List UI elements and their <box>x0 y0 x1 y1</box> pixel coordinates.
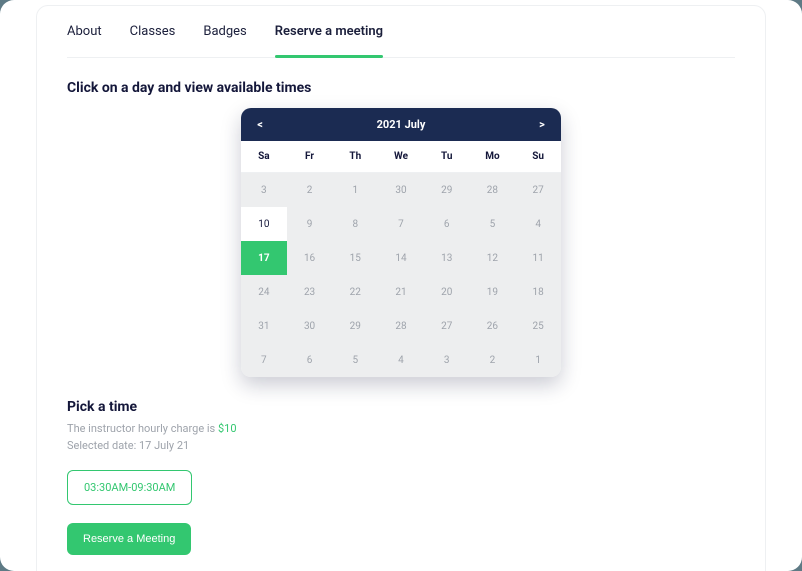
calendar-next-button[interactable]: > <box>535 118 549 131</box>
section-title-pick-day: Click on a day and view available times <box>67 80 735 96</box>
calendar-day-cell[interactable]: 5 <box>470 207 516 241</box>
calendar-day-cell[interactable]: 4 <box>378 343 424 377</box>
calendar-day-cell[interactable]: 20 <box>424 275 470 309</box>
tab-badges[interactable]: Badges <box>203 24 246 47</box>
section-title-pick-time: Pick a time <box>67 399 735 415</box>
calendar-dayname: Tu <box>424 141 470 172</box>
calendar-day-cell[interactable]: 9 <box>287 207 333 241</box>
calendar-title: 2021 July <box>377 118 426 131</box>
calendar-day-cell[interactable]: 29 <box>424 173 470 207</box>
calendar-day-cell[interactable]: 27 <box>515 173 561 207</box>
calendar-day-cell[interactable]: 18 <box>515 275 561 309</box>
calendar-day-cell[interactable]: 27 <box>424 309 470 343</box>
calendar-day-cell[interactable]: 5 <box>332 343 378 377</box>
tab-reserve-meeting[interactable]: Reserve a meeting <box>275 24 383 47</box>
calendar-day-cell[interactable]: 7 <box>241 343 287 377</box>
calendar-day-cell[interactable]: 4 <box>515 207 561 241</box>
tab-about[interactable]: About <box>67 24 102 47</box>
calendar-dayname: We <box>378 141 424 172</box>
calendar-day-cell[interactable]: 31 <box>241 309 287 343</box>
charge-prefix: The instructor hourly charge is <box>67 422 218 435</box>
calendar-day-cell[interactable]: 6 <box>424 207 470 241</box>
calendar-day-cell[interactable]: 6 <box>287 343 333 377</box>
calendar-prev-button[interactable]: < <box>253 118 267 131</box>
calendar-day-cell[interactable]: 25 <box>515 309 561 343</box>
calendar-day-cell[interactable]: 19 <box>470 275 516 309</box>
calendar-day-cell[interactable]: 28 <box>470 173 516 207</box>
calendar-day-cell[interactable]: 30 <box>287 309 333 343</box>
calendar-dayname: Sa <box>241 141 287 172</box>
calendar-dayname: Mo <box>470 141 516 172</box>
calendar-day-cell[interactable]: 1 <box>515 343 561 377</box>
calendar-day-cell[interactable]: 3 <box>424 343 470 377</box>
calendar-day-cell[interactable]: 10 <box>241 207 287 241</box>
charge-info: The instructor hourly charge is $10 Sele… <box>67 421 735 454</box>
calendar-day-cell[interactable]: 15 <box>332 241 378 275</box>
calendar-day-cell[interactable]: 22 <box>332 275 378 309</box>
tab-classes[interactable]: Classes <box>130 24 176 47</box>
calendar-day-cell[interactable]: 21 <box>378 275 424 309</box>
calendar-day-cell[interactable]: 2 <box>287 173 333 207</box>
calendar-dayname: Th <box>332 141 378 172</box>
calendar-day-cell[interactable]: 12 <box>470 241 516 275</box>
calendar-day-cell[interactable]: 3 <box>241 173 287 207</box>
calendar-day-cell[interactable]: 1 <box>332 173 378 207</box>
tab-bar: About Classes Badges Reserve a meeting <box>67 6 735 58</box>
calendar-day-cell[interactable]: 29 <box>332 309 378 343</box>
calendar-day-cell[interactable]: 8 <box>332 207 378 241</box>
reserve-meeting-button[interactable]: Reserve a Meeting <box>67 523 191 555</box>
calendar-day-cell[interactable]: 23 <box>287 275 333 309</box>
calendar-day-cell[interactable]: 28 <box>378 309 424 343</box>
charge-price: $10 <box>218 422 237 435</box>
selected-date: Selected date: 17 July 21 <box>67 439 189 452</box>
time-slot-option[interactable]: 03:30AM-09:30AM <box>67 470 192 505</box>
calendar-day-cell[interactable]: 11 <box>515 241 561 275</box>
calendar-day-cell[interactable]: 2 <box>470 343 516 377</box>
calendar-day-cell[interactable]: 24 <box>241 275 287 309</box>
calendar-daynames: SaFrThWeTuMoSu <box>241 141 561 173</box>
calendar-dayname: Su <box>515 141 561 172</box>
calendar: < 2021 July > SaFrThWeTuMoSu 32130292827… <box>241 108 561 377</box>
calendar-day-cell[interactable]: 16 <box>287 241 333 275</box>
calendar-day-cell[interactable]: 13 <box>424 241 470 275</box>
calendar-day-cell[interactable]: 26 <box>470 309 516 343</box>
calendar-day-cell[interactable]: 30 <box>378 173 424 207</box>
calendar-day-cell[interactable]: 7 <box>378 207 424 241</box>
calendar-day-cell[interactable]: 14 <box>378 241 424 275</box>
calendar-day-cell[interactable]: 17 <box>241 241 287 275</box>
calendar-dayname: Fr <box>287 141 333 172</box>
calendar-grid: 3213029282710987654171615141312112423222… <box>241 173 561 377</box>
